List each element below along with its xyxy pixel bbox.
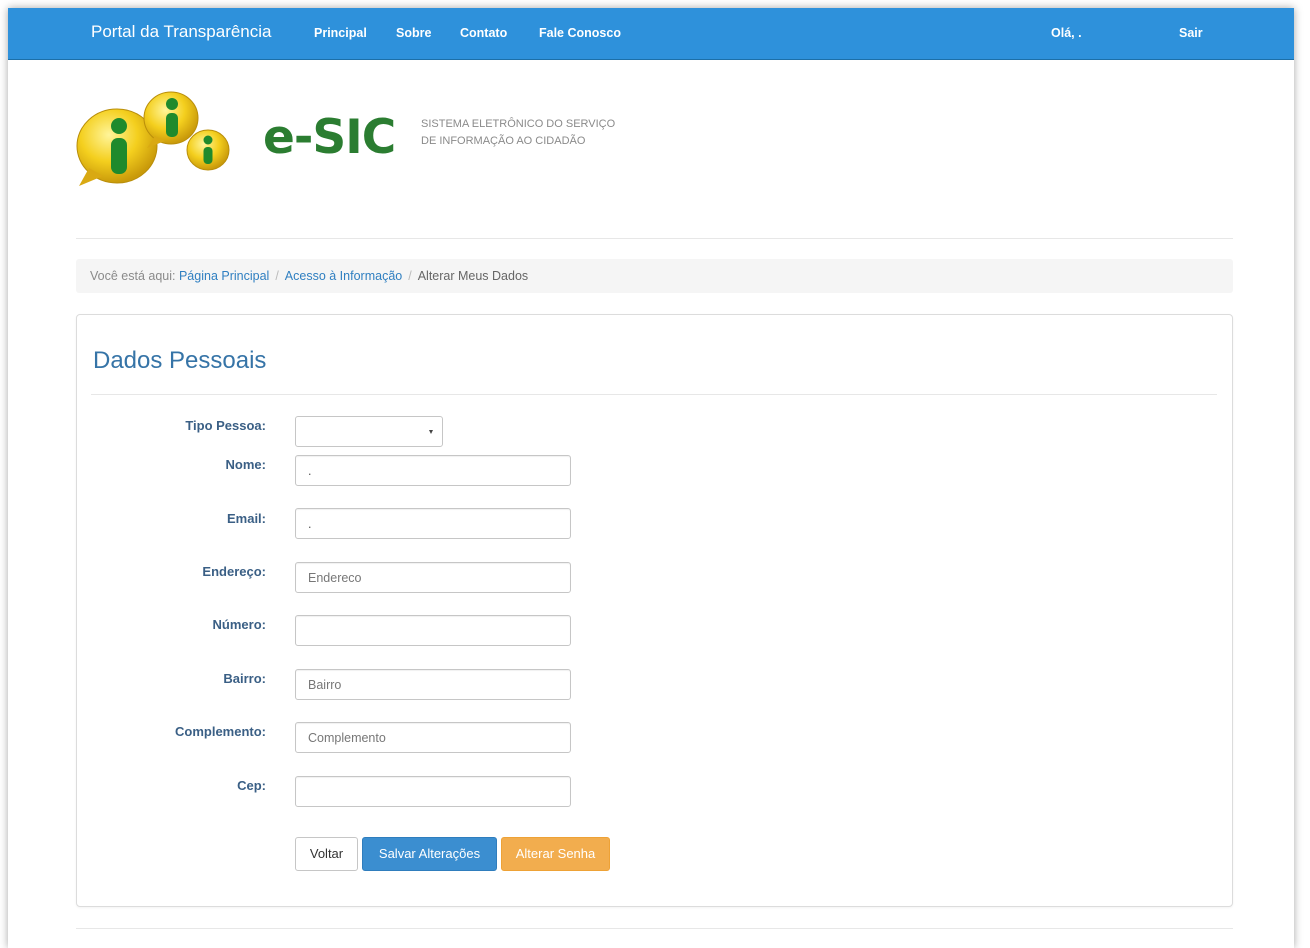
esic-title: e-SIC <box>263 110 396 165</box>
cep-input[interactable] <box>295 776 571 807</box>
nav-sobre[interactable]: Sobre <box>396 26 431 40</box>
bairro-input[interactable] <box>295 669 571 700</box>
panel-title: Dados Pessoais <box>93 347 267 374</box>
logout-link[interactable]: Sair <box>1179 26 1203 40</box>
panel-divider <box>91 394 1217 395</box>
nav-principal[interactable]: Principal <box>314 26 367 40</box>
user-greeting[interactable]: Olá, . <box>1051 26 1082 40</box>
endereco-label: Endereço: <box>202 564 266 579</box>
esic-tagline: SISTEMA ELETRÔNICO DO SERVIÇO DE INFORMA… <box>421 118 616 147</box>
complemento-label: Complemento: <box>175 724 266 739</box>
esic-logo: e-SIC SISTEMA ELETRÔNICO DO SERVIÇO DE I… <box>75 88 635 198</box>
tipo-pessoa-label: Tipo Pessoa: <box>185 418 266 433</box>
complemento-input[interactable] <box>295 722 571 753</box>
numero-label: Número: <box>212 617 266 632</box>
breadcrumb-prefix: Você está aqui: <box>90 269 176 283</box>
save-changes-button[interactable]: Salvar Alterações <box>362 837 497 871</box>
email-input[interactable] <box>295 508 571 539</box>
breadcrumb-separator: / <box>275 269 279 283</box>
bairro-label: Bairro: <box>223 671 266 686</box>
personal-data-panel: Dados Pessoais Tipo Pessoa: Nome: Email:… <box>76 314 1233 907</box>
tipo-pessoa-select[interactable] <box>295 416 443 447</box>
breadcrumb-current: Alterar Meus Dados <box>417 269 529 283</box>
nav-contato[interactable]: Contato <box>460 26 507 40</box>
change-password-button[interactable]: Alterar Senha <box>501 837 610 871</box>
email-label: Email: <box>226 511 266 526</box>
breadcrumb: Você está aqui: Página Principal / Acesso … <box>76 259 1233 293</box>
info-bubbles-icon <box>76 91 230 186</box>
breadcrumb-home-link[interactable]: Página Principal <box>179 269 269 283</box>
footer-divider <box>76 928 1233 929</box>
breadcrumb-acesso-link[interactable]: Acesso à Informação <box>285 269 402 283</box>
header-divider <box>76 238 1233 239</box>
nav-fale-conosco[interactable]: Fale Conosco <box>539 26 621 40</box>
nome-input[interactable] <box>295 455 571 486</box>
cep-label: Cep: <box>237 778 266 793</box>
nome-label: Nome: <box>225 457 266 472</box>
endereco-input[interactable] <box>295 562 571 593</box>
navbar-brand[interactable]: Portal da Transparência <box>91 22 272 42</box>
top-navbar: Portal da Transparência Principal Sobre … <box>8 8 1294 60</box>
voltar-button[interactable]: Voltar <box>295 837 358 871</box>
caret-down-icon <box>429 430 433 434</box>
breadcrumb-separator: / <box>408 269 412 283</box>
numero-input[interactable] <box>295 615 571 646</box>
